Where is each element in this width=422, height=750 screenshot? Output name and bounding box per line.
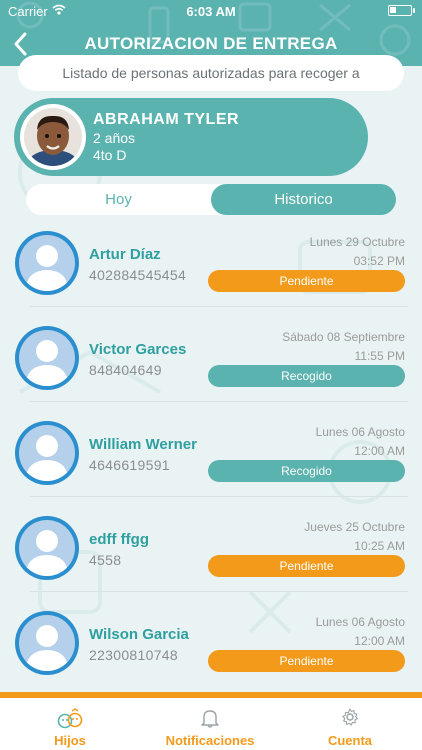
page-title: AUTORIZACION DE ENTREGA [84,34,338,53]
pickup-date: Lunes 06 Agosto [315,425,405,439]
child-age: 2 años [93,130,136,146]
tab-hijos-label: Hijos [54,733,86,748]
list-item[interactable]: edff ffgg 4558 Jueves 25 Octubre 10:25 AM Pe… [0,513,422,608]
person-name: Wilson Garcia [89,626,189,643]
divider [30,401,408,402]
pickup-date: Lunes 06 Agosto [315,615,405,629]
person-phone: 22300810748 [89,647,178,663]
avatar [15,326,79,390]
user-silhouette-icon [19,235,75,291]
bell-icon [201,710,219,728]
tab-notificaciones-label: Notificaciones [165,733,255,748]
tab-cuenta[interactable]: Cuenta [300,698,400,750]
status-badge: Pendiente [208,270,405,292]
segmented-control: Hoy Historico [26,184,396,215]
avatar [15,231,79,295]
tab-hijos[interactable]: Hijos [20,698,120,750]
battery-nub [413,8,415,13]
child-card[interactable]: ABRAHAM TYLER 2 años 4to D [14,98,368,176]
person-name: Artur Díaz [89,246,161,263]
child-grade: 4to D [93,147,127,163]
user-silhouette-icon [19,330,75,386]
person-name: edff ffgg [89,531,149,548]
avatar [15,611,79,675]
pickup-date: Jueves 25 Octubre [304,520,405,534]
user-silhouette-icon [19,425,75,481]
battery-icon [388,5,412,16]
tab-today[interactable]: Hoy [26,184,211,215]
divider [30,306,408,307]
tab-cuenta-label: Cuenta [327,733,373,748]
list-item[interactable]: William Werner 4646619591 Lunes 06 Agosto 1… [0,418,422,513]
divider [30,591,408,592]
status-bar: Carrier 6:03 AM [0,0,422,22]
avatar [15,421,79,485]
avatar [15,516,79,580]
pickup-date: Lunes 29 Octubre [309,235,405,249]
clock: 6:03 AM [186,4,236,19]
pickup-date: Sábado 08 Septiembre [282,330,405,344]
person-phone: 402884545454 [89,267,187,283]
divider [30,496,408,497]
person-phone: 4558 [89,552,122,568]
pickup-time: 12:00 AM [354,444,405,458]
status-badge: Pendiente [208,555,405,577]
status-badge: Recogido [208,460,405,482]
person-name: William Werner [89,436,197,453]
pickup-time: 03:52 PM [353,254,405,268]
tab-notificaciones[interactable]: Notificaciones [150,698,270,750]
child-photo [20,104,86,170]
gear-icon [342,708,359,726]
list-item[interactable]: Wilson Garcia 22300810748 Lunes 06 Agosto 1… [0,608,422,703]
pickup-time: 12:00 AM [354,634,405,648]
list-item[interactable]: Artur Díaz 402884545454 Lunes 29 Octubre 03… [0,228,422,323]
kids-faces-icon [57,708,83,729]
list-item[interactable]: Victor Garces 848404649 Sábado 08 Septiemb… [0,323,422,418]
subtitle-bar: Listado de personas autorizadas para rec… [18,55,404,91]
bottom-tab-bar: Hijos Notificaciones Cuenta [0,692,422,750]
pickup-time: 11:55 PM [354,349,405,363]
person-phone: 848404649 [89,362,162,378]
tab-history[interactable]: Historico [211,184,396,215]
status-badge: Pendiente [208,650,405,672]
user-silhouette-icon [19,615,75,671]
person-name: Victor Garces [89,341,187,358]
user-silhouette-icon [19,520,75,576]
person-phone: 4646619591 [89,457,170,473]
child-face-photo [24,108,82,166]
status-badge: Recogido [208,365,405,387]
pickup-time: 10:25 AM [354,539,405,553]
child-name: ABRAHAM TYLER [93,111,240,128]
